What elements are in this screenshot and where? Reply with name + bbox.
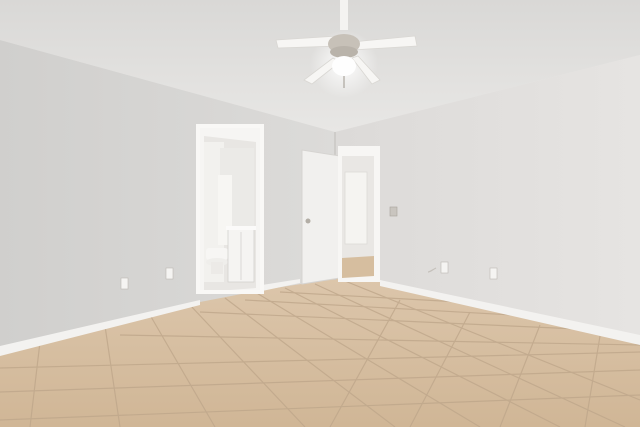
room-photo (0, 0, 640, 427)
light-switch (389, 206, 398, 217)
open-door[interactable] (301, 149, 341, 285)
hallway-doorway (338, 146, 380, 282)
fan-light (332, 56, 356, 76)
vanity-cabinet (226, 226, 256, 283)
outlet-left-wall (120, 277, 129, 290)
door-knob[interactable] (305, 218, 311, 224)
room-scene (0, 0, 640, 427)
outlet-left-wall (165, 267, 174, 280)
outlet-right-wall (489, 267, 498, 280)
bathroom-doorway (196, 124, 264, 294)
outlet-right-wall (440, 261, 449, 274)
